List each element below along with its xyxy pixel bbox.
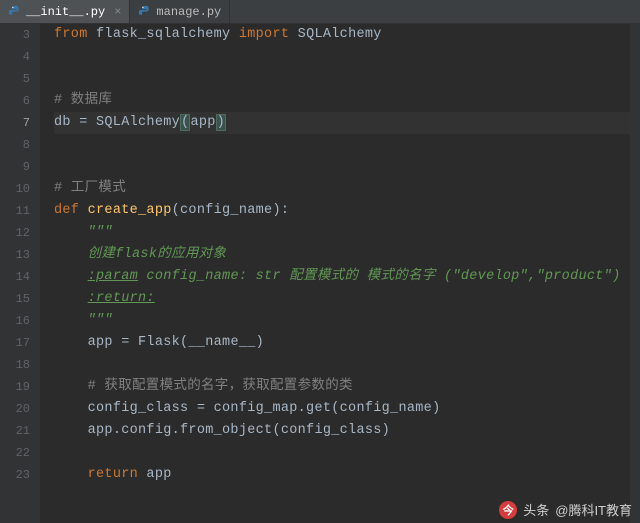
- code-line: """: [54, 310, 640, 332]
- line-number: 8: [0, 134, 30, 156]
- line-number: 18: [0, 354, 30, 376]
- code-line: [54, 68, 640, 90]
- code-line: from flask_sqlalchemy import SQLAlchemy: [54, 24, 640, 46]
- close-icon[interactable]: ×: [114, 5, 121, 19]
- line-number: 21: [0, 420, 30, 442]
- code-line: [54, 354, 640, 376]
- code-line: """: [54, 222, 640, 244]
- line-number: 6: [0, 90, 30, 112]
- line-number: 5: [0, 68, 30, 90]
- watermark-label: 头条: [523, 500, 549, 519]
- editor-tabs: __init__.py × manage.py: [0, 0, 640, 24]
- editor-pane: 34567891011121314151617181920212223 from…: [0, 24, 640, 523]
- line-number: 19: [0, 376, 30, 398]
- line-number: 16: [0, 310, 30, 332]
- watermark: 今 头条 @腾科IT教育: [499, 500, 632, 519]
- code-line: :param config_name: str 配置模式的 模式的名字 ("de…: [54, 266, 640, 288]
- code-line: [54, 156, 640, 178]
- vertical-scrollbar[interactable]: [630, 24, 640, 523]
- code-line: # 数据库: [54, 90, 640, 112]
- python-file-icon: [8, 5, 21, 18]
- line-number: 14: [0, 266, 30, 288]
- line-number: 17: [0, 332, 30, 354]
- line-number: 13: [0, 244, 30, 266]
- line-number: 4: [0, 46, 30, 68]
- line-number: 22: [0, 442, 30, 464]
- python-file-icon: [138, 5, 151, 18]
- code-line: [54, 442, 640, 464]
- code-line-current: db = SQLAlchemy(app): [54, 112, 640, 134]
- code-line: 创建flask的应用对象: [54, 244, 640, 266]
- code-line: app = Flask(__name__): [54, 332, 640, 354]
- line-number: 7: [0, 112, 30, 134]
- watermark-handle: @腾科IT教育: [555, 500, 632, 519]
- tab-init-py[interactable]: __init__.py ×: [0, 0, 130, 23]
- line-number: 15: [0, 288, 30, 310]
- line-number: 9: [0, 156, 30, 178]
- toutiao-icon: 今: [499, 501, 517, 519]
- line-number: 12: [0, 222, 30, 244]
- code-line: # 工厂模式: [54, 178, 640, 200]
- code-line: [54, 134, 640, 156]
- code-line: :return:: [54, 288, 640, 310]
- code-line: [54, 46, 640, 68]
- tab-label: __init__.py: [26, 5, 105, 19]
- code-line: # 获取配置模式的名字，获取配置参数的类: [54, 376, 640, 398]
- line-number-gutter: 34567891011121314151617181920212223: [0, 24, 40, 523]
- code-line: config_class = config_map.get(config_nam…: [54, 398, 640, 420]
- line-number: 11: [0, 200, 30, 222]
- tab-label: manage.py: [156, 5, 221, 19]
- code-area[interactable]: from flask_sqlalchemy import SQLAlchemy …: [40, 24, 640, 523]
- tab-manage-py[interactable]: manage.py: [130, 0, 230, 23]
- line-number: 3: [0, 24, 30, 46]
- line-number: 20: [0, 398, 30, 420]
- code-line: return app: [54, 464, 640, 486]
- code-line: def create_app(config_name):: [54, 200, 640, 222]
- line-number: 23: [0, 464, 30, 486]
- code-line: app.config.from_object(config_class): [54, 420, 640, 442]
- line-number: 10: [0, 178, 30, 200]
